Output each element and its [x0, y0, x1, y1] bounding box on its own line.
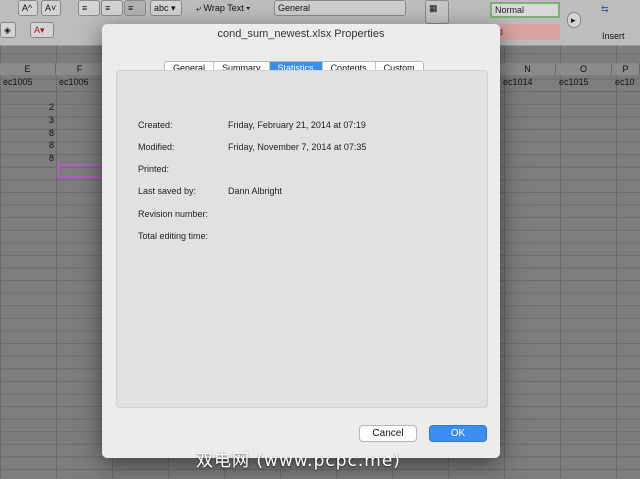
style-bad[interactable]: ad — [490, 24, 560, 40]
cancel-button[interactable]: Cancel — [359, 425, 417, 442]
number-format-value: General — [278, 3, 311, 13]
modified-value: Friday, November 7, 2014 at 07:35 — [228, 142, 367, 152]
wrap-text-label: Wrap Text — [203, 3, 244, 13]
number-format-select[interactable]: General — [274, 0, 406, 16]
cell-e5[interactable]: 8 — [42, 128, 54, 138]
modified-label: Modified: — [138, 142, 175, 152]
properties-dialog: cond_sum_newest.xlsx Properties General … — [102, 24, 500, 458]
font-color-icon[interactable]: A▾ — [30, 22, 54, 38]
ok-button[interactable]: OK — [429, 425, 487, 442]
created-label: Created: — [138, 120, 173, 130]
wrap-text-button[interactable]: ⤶ Wrap Text ▾ — [196, 3, 250, 14]
cell-o1[interactable]: ec1015 — [559, 77, 589, 87]
cell-e7[interactable]: 8 — [42, 153, 54, 163]
font-size-increase-button[interactable]: A^ — [18, 0, 38, 16]
statistics-panel: Created: Friday, February 21, 2014 at 07… — [116, 70, 488, 408]
cell-n1[interactable]: ec1014 — [503, 77, 533, 87]
revision-number-label: Revision number: — [138, 209, 209, 219]
align-center-icon[interactable]: ≡ — [101, 0, 123, 16]
font-size-decrease-button[interactable]: A˅ — [41, 0, 61, 16]
last-saved-by-value: Dann Albright — [228, 186, 283, 196]
cell-p1[interactable]: ec10 — [615, 77, 635, 87]
total-editing-time-label: Total editing time: — [138, 231, 209, 241]
created-value: Friday, February 21, 2014 at 07:19 — [228, 120, 366, 130]
watermark: 双电网 (www.pcpc.me) — [196, 451, 401, 471]
last-saved-by-label: Last saved by: — [138, 186, 197, 196]
column-header-p[interactable]: P — [612, 63, 640, 75]
column-header-f[interactable]: F — [56, 63, 104, 75]
fill-color-icon[interactable]: ◈ — [0, 22, 16, 38]
cell-e1[interactable]: ec1005 — [3, 77, 33, 87]
printed-label: Printed: — [138, 164, 170, 174]
insert-label: Insert — [602, 31, 625, 41]
style-normal[interactable]: Normal — [490, 2, 560, 18]
column-header-e[interactable]: E — [0, 63, 56, 75]
text-orientation-button[interactable]: abc ▾ — [150, 0, 182, 16]
selected-cell[interactable] — [57, 164, 105, 178]
insert-icon[interactable]: ⇆ — [601, 4, 609, 15]
cell-f1[interactable]: ec1006 — [59, 77, 89, 87]
cell-e3[interactable]: 2 — [42, 102, 54, 112]
abc-label: abc — [154, 3, 169, 13]
dialog-title: cond_sum_newest.xlsx Properties — [217, 28, 385, 40]
conditional-format-icon[interactable]: ▦ — [425, 0, 449, 24]
column-header-n[interactable]: N — [500, 63, 556, 75]
align-left-icon[interactable]: ≡ — [78, 0, 100, 16]
column-header-o[interactable]: O — [556, 63, 612, 75]
cell-e6[interactable]: 8 — [42, 140, 54, 150]
styles-next-icon[interactable]: ▸ — [567, 12, 581, 28]
cell-e4[interactable]: 3 — [42, 115, 54, 125]
align-right-icon[interactable]: ≡ — [124, 0, 146, 16]
